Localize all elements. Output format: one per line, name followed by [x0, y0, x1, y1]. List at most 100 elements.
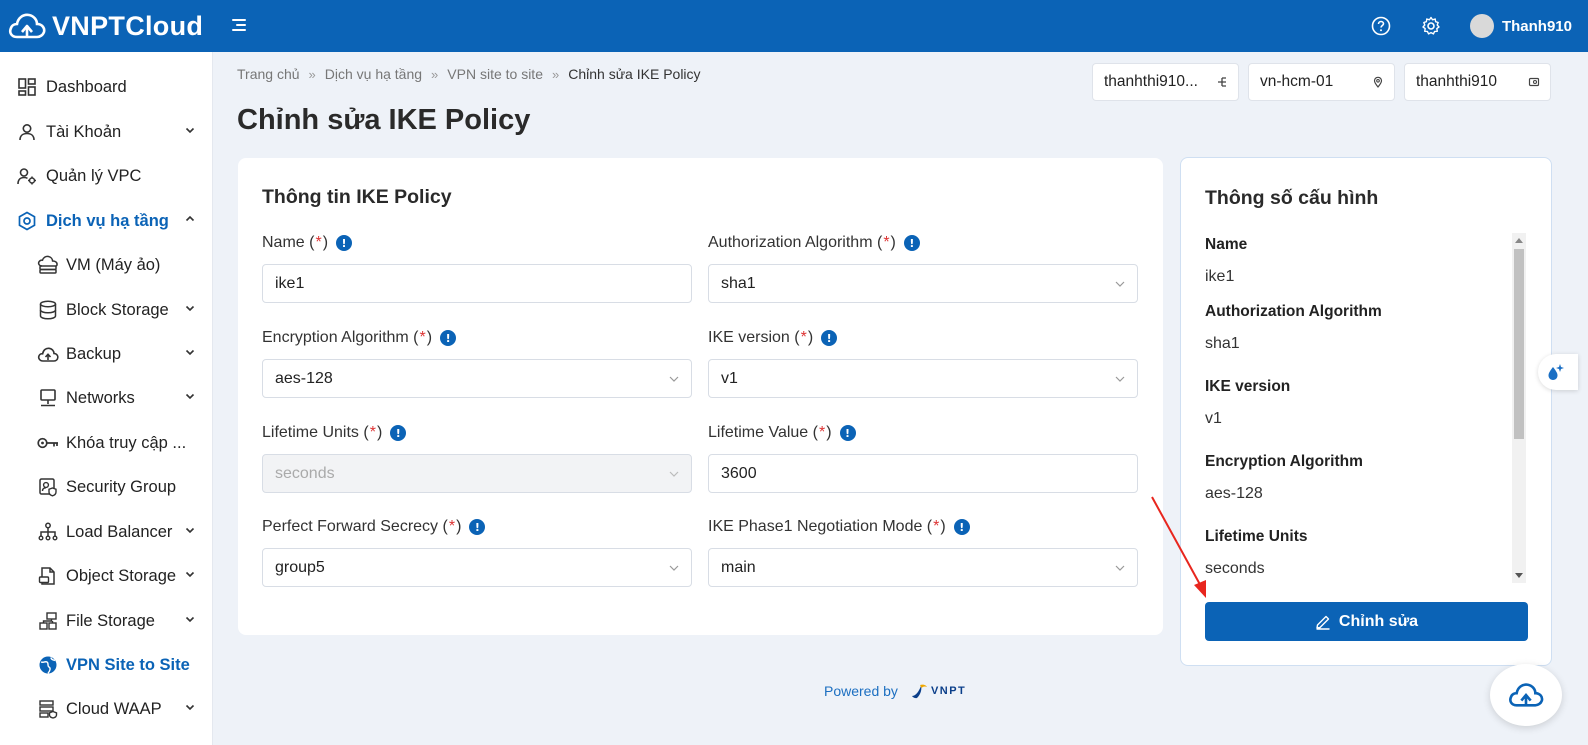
- sidebar-item-account[interactable]: Tài Khoản: [0, 112, 213, 152]
- encryption-algorithm-select[interactable]: aes-128: [262, 359, 692, 398]
- location-pin-icon: [1373, 76, 1383, 88]
- sidebar-item-networks[interactable]: Networks: [0, 378, 213, 418]
- dashboard-icon: [16, 76, 38, 98]
- sidebar-item-label: VM (Máy ảo): [66, 255, 161, 274]
- negotiation-mode-label: IKE Phase1 Negotiation Mode (*)!: [708, 518, 970, 536]
- breadcrumb-separator: »: [431, 66, 439, 82]
- sidebar-item-label: Security Group: [66, 477, 177, 496]
- region-selector-value: vn-hcm-01: [1260, 73, 1334, 90]
- scrollbar-thumb[interactable]: [1514, 249, 1524, 439]
- lifetime-value-input[interactable]: 3600: [708, 454, 1138, 493]
- breadcrumb-item[interactable]: VPN site to site: [447, 66, 543, 82]
- gear-icon[interactable]: [1420, 15, 1442, 37]
- spec-value: seconds: [1205, 560, 1265, 577]
- spec-label: Authorization Algorithm: [1205, 303, 1382, 320]
- info-icon[interactable]: !: [903, 235, 920, 251]
- sidebar-item-label: Load Balancer: [66, 522, 173, 541]
- user-icon: [16, 121, 38, 143]
- info-icon[interactable]: !: [390, 425, 407, 441]
- vpc-manage-icon: [16, 165, 38, 187]
- edit-button[interactable]: Chỉnh sửa: [1205, 602, 1528, 641]
- cloud-chat-icon: [1509, 683, 1544, 707]
- chevron-down-icon: [185, 305, 195, 312]
- sidebar-item-infrastructure[interactable]: Dịch vụ hạ tầng: [0, 201, 213, 241]
- chat-support-button[interactable]: [1490, 664, 1562, 726]
- sidebar-item-backup[interactable]: Backup: [0, 334, 213, 374]
- breadcrumb-item[interactable]: Dịch vụ hạ tầng: [325, 66, 422, 82]
- spec-value: ike1: [1205, 268, 1235, 285]
- sidebar-item-label: Tài Khoản: [46, 122, 122, 141]
- user-name: Thanh910: [1501, 17, 1572, 35]
- info-icon[interactable]: !: [440, 330, 457, 346]
- user-menu[interactable]: Thanh910: [1469, 14, 1572, 38]
- infrastructure-icon: [16, 210, 38, 232]
- authorization-algorithm-select[interactable]: sha1: [708, 264, 1138, 303]
- form-title: Thông tin IKE Policy: [262, 186, 452, 208]
- chevron-down-icon: [1115, 281, 1125, 287]
- encryption-algorithm-label: Encryption Algorithm (*)!: [262, 329, 457, 347]
- page-title: Chỉnh sửa IKE Policy: [237, 104, 531, 136]
- assistant-side-tab[interactable]: [1538, 354, 1578, 390]
- sidebar-item-label: Backup: [66, 344, 122, 363]
- lifetime-units-label: Lifetime Units (*)!: [262, 424, 407, 442]
- spec-label: IKE version: [1205, 378, 1291, 395]
- chevron-down-icon: [185, 393, 195, 400]
- account-selector[interactable]: thanhthi910: [1404, 63, 1551, 101]
- breadcrumb-separator: »: [308, 66, 316, 82]
- info-icon[interactable]: !: [336, 235, 353, 251]
- sidebar-item-object-storage[interactable]: Object Storage: [0, 556, 213, 596]
- sidebar-item-vpc[interactable]: Quản lý VPC: [0, 156, 213, 196]
- sidebar-item-security-group[interactable]: Security Group: [0, 467, 213, 507]
- project-selector[interactable]: thanhthi910...: [1092, 63, 1239, 101]
- info-icon[interactable]: !: [821, 330, 838, 346]
- chevron-up-icon: [185, 215, 195, 222]
- sidebar-item-load-balancer[interactable]: Load Balancer: [0, 512, 213, 552]
- sidebar-item-label: Quản lý VPC: [46, 166, 142, 185]
- globe-icon: [37, 654, 59, 676]
- breadcrumb-item[interactable]: Trang chủ: [237, 66, 300, 82]
- sidebar-item-dashboard[interactable]: Dashboard: [0, 67, 213, 107]
- sidebar-item-label: Khóa truy cập ...: [66, 433, 187, 452]
- spec-value: sha1: [1205, 335, 1240, 352]
- sidebar-item-vm[interactable]: VM (Máy ảo): [0, 245, 213, 285]
- scroll-down-arrow-icon[interactable]: [1515, 573, 1523, 578]
- chevron-down-icon: [669, 471, 679, 477]
- account-card-icon: [1528, 77, 1540, 87]
- pfs-select[interactable]: group5: [262, 548, 692, 587]
- chevron-down-icon: [1115, 376, 1125, 382]
- menu-toggle-icon[interactable]: [230, 14, 252, 36]
- sidebar-item-file-storage[interactable]: File Storage: [0, 601, 213, 641]
- sidebar-item-label: Cloud WAAP: [66, 699, 162, 718]
- sidebar-item-cloud-waap[interactable]: Cloud WAAP: [0, 689, 213, 729]
- ike-version-select[interactable]: v1: [708, 359, 1138, 398]
- authorization-algorithm-label: Authorization Algorithm (*)!: [708, 234, 920, 252]
- chevron-down-icon: [185, 127, 195, 134]
- help-icon[interactable]: [1370, 15, 1392, 37]
- name-input[interactable]: ike1: [262, 264, 692, 303]
- scroll-up-arrow-icon[interactable]: [1515, 238, 1523, 243]
- sidebar-item-label: File Storage: [66, 611, 155, 630]
- info-icon[interactable]: !: [953, 519, 970, 535]
- spec-label: Lifetime Units: [1205, 528, 1308, 545]
- negotiation-mode-select[interactable]: main: [708, 548, 1138, 587]
- cloud-upload-icon: [37, 343, 59, 365]
- sidebar-item-access-key[interactable]: Khóa truy cập ...: [0, 423, 213, 463]
- app-logo[interactable]: VNPTCloud: [8, 11, 203, 42]
- spec-list[interactable]: Name ike1 Authorization Algorithm sha1 I…: [1205, 233, 1505, 583]
- lifetime-units-select: seconds: [262, 454, 692, 493]
- sidebar-item-vpn-site-to-site[interactable]: VPN Site to Site: [0, 645, 213, 685]
- pencil-icon: [1316, 615, 1330, 630]
- network-icon: [37, 387, 59, 409]
- region-selector[interactable]: vn-hcm-01: [1248, 63, 1395, 101]
- chevron-down-icon: [1115, 565, 1125, 571]
- spec-scrollbar[interactable]: [1512, 233, 1526, 583]
- database-icon: [37, 299, 59, 321]
- chevron-down-icon: [669, 565, 679, 571]
- info-icon[interactable]: !: [839, 425, 856, 441]
- sidebar-item-block-storage[interactable]: Block Storage: [0, 290, 213, 330]
- breadcrumb: Trang chủ » Dịch vụ hạ tầng » VPN site t…: [237, 66, 701, 82]
- info-icon[interactable]: !: [469, 519, 486, 535]
- sparkle-drop-icon: [1548, 364, 1564, 380]
- ike-policy-form-card: Thông tin IKE Policy Name (*)! ike1 Auth…: [238, 158, 1163, 635]
- sidebar-item-label: Dashboard: [46, 77, 127, 96]
